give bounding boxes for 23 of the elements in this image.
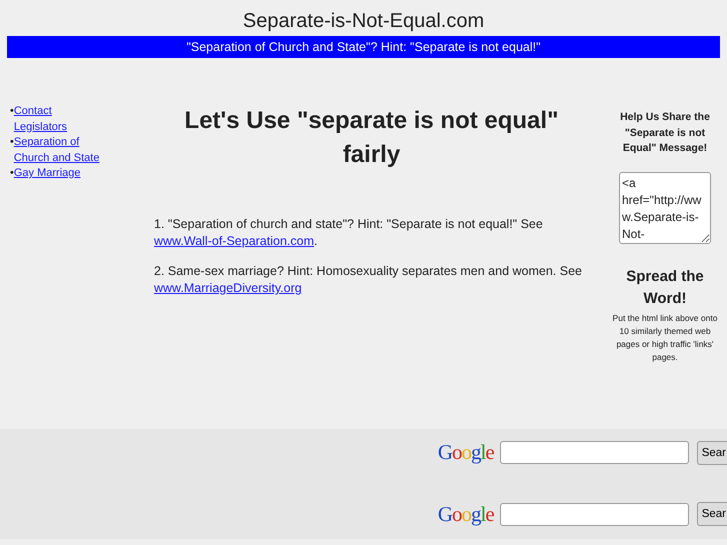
code-field[interactable]: <a href="http://www.Separate-is-Not- <box>619 172 711 244</box>
text-link[interactable]: www.MarriageDiversity.org <box>154 281 302 295</box>
bullet-icon: • <box>10 166 14 182</box>
bullet-icon: • <box>10 104 14 120</box>
share-title: Help Us Share the "Separate is not Equal" Message! <box>619 110 711 156</box>
spread-heading: Spread the Word! <box>625 266 705 308</box>
search-button[interactable]: Sear <box>696 440 727 465</box>
search-button[interactable]: Sear <box>696 502 727 526</box>
site-title: Separate-is-Not-Equal.com <box>242 9 486 34</box>
search-logo: Google <box>438 500 494 528</box>
sidebar-link[interactable]: Contact Legislators <box>14 104 104 135</box>
instruction-text: Put the html link above onto 10 similarly themed web pages or high traffic 'links' pages. <box>612 312 718 364</box>
search-field[interactable] <box>500 441 689 464</box>
sidebar-link[interactable]: Separation of Church and State <box>14 135 104 166</box>
paragraph: 1. "Separation of church and state"? Hint: "Separate is not equal!" See www.Wall-of-Separation.com. <box>154 216 544 250</box>
text-link[interactable]: www.Wall-of-Separation.com <box>154 234 314 248</box>
search-field[interactable] <box>500 502 689 526</box>
banner: "Separation of Church and State"? Hint: "Separate is not equal!" <box>7 36 720 58</box>
sidebar-link[interactable]: Gay Marriage <box>14 166 80 182</box>
bullet-icon: • <box>10 135 14 150</box>
page-heading: Let's Use "separate is not equal" fairly <box>184 106 560 170</box>
paragraph: 2. Same-sex marriage? Hint: Homosexuality separates men and women. See www.MarriageDiversity.org <box>154 263 583 297</box>
search-logo: Google <box>438 439 494 466</box>
